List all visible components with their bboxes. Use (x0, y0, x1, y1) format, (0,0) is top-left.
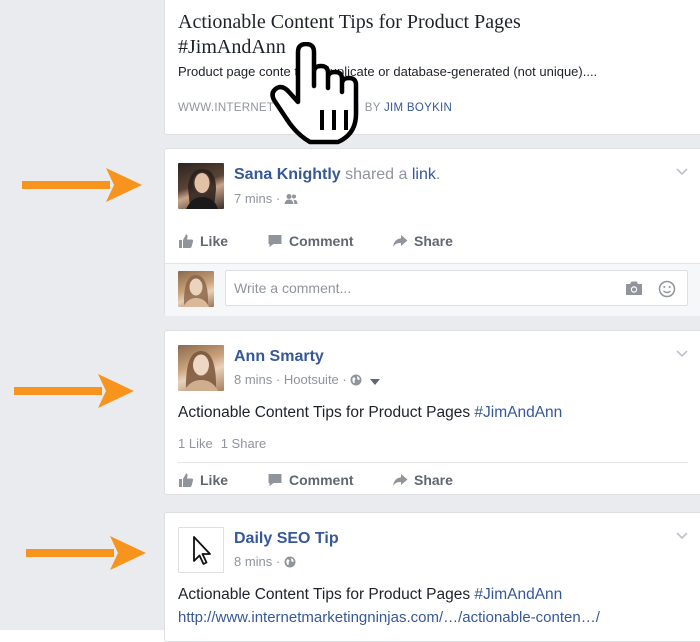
profile-photo-icon (186, 169, 218, 209)
comment-bubble-icon (268, 474, 282, 486)
share-button[interactable]: Share (392, 472, 453, 488)
hashtag-link[interactable]: #JimAndAnn (474, 404, 562, 421)
emoji-icon[interactable] (658, 280, 676, 298)
timestamp[interactable]: 8 mins (234, 554, 272, 569)
timestamp[interactable]: 8 mins (234, 372, 272, 387)
comment-button[interactable]: Comment (267, 472, 354, 488)
link-author[interactable]: JIM BOYKIN (384, 102, 452, 114)
chevron-down-icon[interactable] (676, 347, 688, 359)
orange-arrow-icon (26, 536, 146, 570)
action-bar: Like Comment Share (178, 233, 678, 253)
friends-icon[interactable] (284, 193, 298, 205)
share-verb: shared a (345, 166, 408, 183)
globe-icon[interactable] (350, 374, 362, 386)
link-preview-title[interactable]: Actionable Content Tips for Product Page… (178, 10, 598, 60)
like-count[interactable]: 1 Like (178, 436, 213, 451)
author-name[interactable]: Daily SEO Tip (234, 530, 339, 547)
header-period: . (435, 166, 441, 183)
like-thumb-icon (179, 234, 194, 248)
orange-arrow-icon (14, 374, 134, 408)
post-card-daily-seo: Daily SEO Tip 8 mins · Actionable Conten… (164, 512, 700, 642)
share-button[interactable]: Share (392, 233, 453, 249)
comment-label: Comment (289, 233, 354, 249)
mouse-pointer-icon (193, 536, 211, 565)
orange-arrow-icon (22, 168, 142, 202)
comment-input[interactable] (232, 279, 606, 297)
share-arrow-icon (393, 474, 408, 486)
comment-bubble-icon (268, 235, 282, 247)
post-meta: 7 mins · (234, 191, 298, 206)
post-meta: 8 mins · (234, 554, 296, 569)
post-header: Ann Smarty (234, 348, 324, 366)
meta-separator: · (272, 372, 284, 387)
chevron-down-icon[interactable] (676, 165, 688, 177)
reaction-counts: 1 Like 1 Share (178, 436, 274, 451)
avatar[interactable] (178, 163, 224, 209)
meta-separator: · (338, 372, 351, 387)
profile-photo-icon (184, 351, 218, 391)
shared-object-link[interactable]: link (412, 166, 436, 183)
author-name[interactable]: Sana Knightly (234, 166, 341, 183)
post-meta: 8 mins · Hootsuite · (234, 372, 380, 387)
comment-section (165, 263, 700, 316)
meta-separator: · (272, 554, 284, 569)
post-body: Actionable Content Tips for Product Page… (178, 586, 562, 604)
post-card-ann: Ann Smarty 8 mins · Hootsuite · Actionab… (164, 330, 700, 495)
like-button[interactable]: Like (178, 233, 228, 249)
divider (178, 462, 688, 463)
author-name[interactable]: Ann Smarty (234, 348, 324, 365)
hashtag-link[interactable]: #JimAndAnn (474, 586, 562, 603)
via-app[interactable]: Hootsuite (284, 372, 339, 387)
like-label: Like (200, 233, 229, 249)
share-arrow-icon (393, 235, 408, 247)
action-bar: Like Comment Share (178, 472, 678, 492)
comment-label: Comment (289, 472, 354, 488)
hand-cursor-icon (270, 42, 359, 145)
timestamp[interactable]: 7 mins (234, 191, 272, 206)
share-label: Share (414, 233, 453, 249)
share-count[interactable]: 1 Share (221, 436, 267, 451)
meta-separator: · (272, 191, 284, 206)
profile-photo-icon (183, 275, 209, 307)
share-label: Share (414, 472, 453, 488)
caret-down-icon[interactable] (369, 378, 380, 386)
avatar[interactable] (178, 345, 224, 391)
post-body: Actionable Content Tips for Product Page… (178, 404, 562, 422)
post-card-sana: Sana Knightly shared a link. 7 mins · Li… (164, 148, 700, 316)
post-text: Actionable Content Tips for Product Page… (178, 586, 475, 603)
link-preview-description: Product page conte thin, duplicate or da… (178, 64, 598, 79)
camera-icon[interactable] (625, 280, 643, 296)
avatar[interactable] (178, 527, 224, 573)
my-avatar[interactable] (178, 271, 214, 307)
post-header: Daily SEO Tip (234, 530, 339, 548)
like-button[interactable]: Like (178, 472, 228, 488)
globe-icon[interactable] (284, 556, 296, 568)
like-thumb-icon (179, 473, 194, 487)
chevron-down-icon[interactable] (676, 529, 688, 541)
like-label: Like (200, 472, 229, 488)
post-text: Actionable Content Tips for Product Page… (178, 404, 475, 421)
news-feed: Actionable Content Tips for Product Page… (150, 0, 700, 642)
comment-box[interactable] (225, 270, 688, 306)
link-preview-card[interactable]: Actionable Content Tips for Product Page… (164, 0, 700, 135)
comment-button[interactable]: Comment (267, 233, 354, 249)
post-url-link[interactable]: http://www.internetmarketingninjas.com/…… (178, 609, 600, 626)
post-header: Sana Knightly shared a link. (234, 166, 440, 184)
